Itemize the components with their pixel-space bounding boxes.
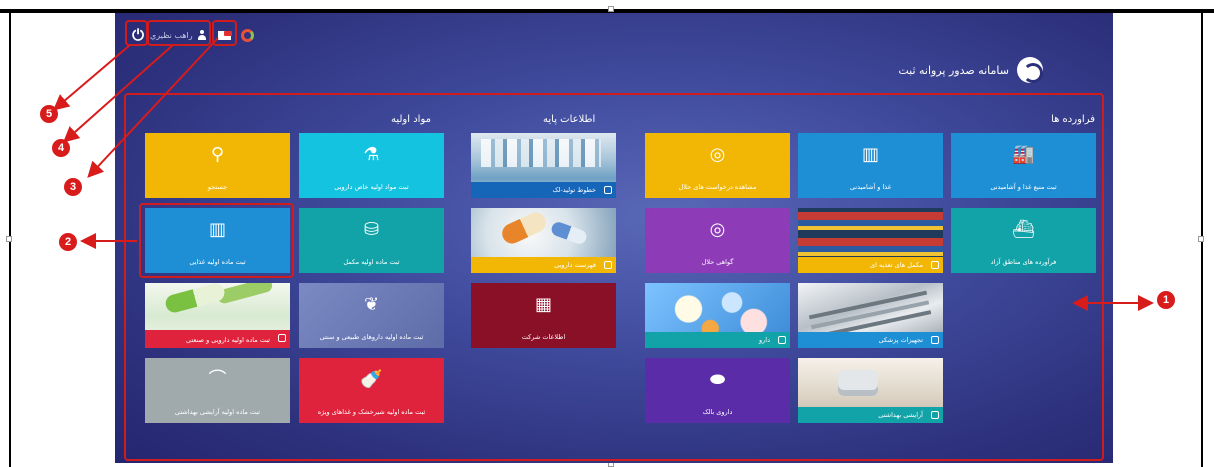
callout-4: 4 <box>52 139 70 157</box>
arrow-4 <box>63 44 174 143</box>
callout-arrows <box>52 37 1154 311</box>
callout-5: 5 <box>40 105 58 123</box>
callout-1: 1 <box>1157 291 1175 309</box>
arrow-5 <box>52 44 131 111</box>
callout-3: 3 <box>64 178 82 196</box>
arrow-3 <box>87 37 219 178</box>
callout-2: 2 <box>59 233 77 251</box>
